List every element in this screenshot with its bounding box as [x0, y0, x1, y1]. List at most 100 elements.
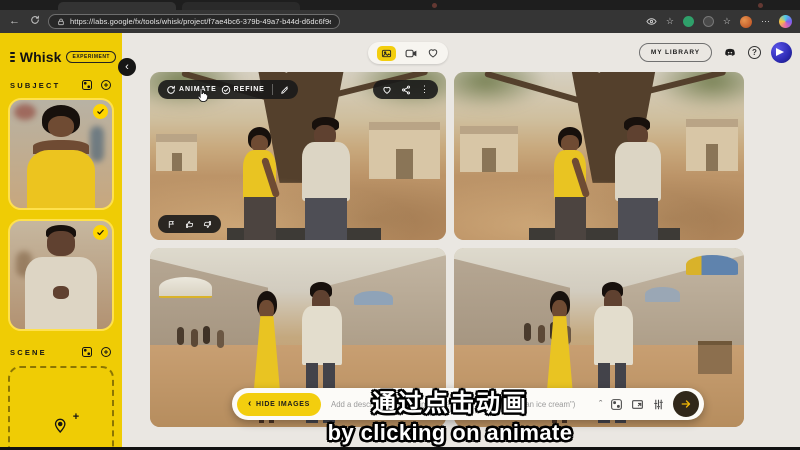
image-toolbar: ANIMATE REFINE	[158, 80, 298, 99]
man-shirt	[302, 142, 349, 201]
mouse-cursor-hand	[194, 86, 210, 109]
background-blob	[90, 126, 104, 162]
village-tree-scene	[454, 72, 744, 240]
subject-add-icon[interactable]	[100, 79, 112, 91]
woman-figure	[230, 127, 289, 240]
market-umbrella-blue	[686, 255, 738, 275]
add-scene-plus-icon: +	[73, 411, 79, 423]
menu-icon[interactable]	[10, 52, 15, 62]
sidebar-header: Whisk EXPERIMENT	[0, 33, 122, 73]
lock-icon	[57, 18, 65, 26]
man-face	[47, 231, 76, 256]
man-pants	[618, 198, 659, 240]
market-umbrella-white	[159, 277, 212, 299]
image-actions: ⋮	[373, 80, 438, 99]
browser-actions: ☆ ☆ ⋯	[646, 15, 792, 28]
browser-tab-strip	[0, 0, 800, 10]
user-avatar[interactable]	[771, 42, 792, 63]
woman-skirt	[244, 197, 276, 240]
discord-icon[interactable]	[722, 46, 738, 59]
feedback-bar	[158, 215, 221, 233]
mode-switcher	[368, 42, 448, 64]
scene-dropzone[interactable]: +	[8, 366, 114, 450]
play-logo	[776, 48, 784, 56]
subtitle-english: by clicking on animate	[100, 420, 800, 446]
copilot-icon[interactable]	[779, 15, 792, 28]
man-white-shirt	[594, 306, 633, 365]
refine-label: REFINE	[234, 86, 265, 93]
experiment-badge: EXPERIMENT	[66, 51, 116, 63]
edit-pen-icon[interactable]	[280, 85, 290, 95]
subject-thumbnail-woman[interactable]	[8, 98, 114, 210]
like-heart-icon[interactable]	[382, 85, 392, 95]
location-pin-icon: +	[52, 418, 68, 439]
man-pants	[305, 198, 346, 240]
generated-image-1[interactable]: ANIMATE REFINE ⋮	[150, 72, 446, 240]
bookmark-star-icon[interactable]: ☆	[666, 17, 674, 26]
subject-thumbnail-man[interactable]	[8, 219, 114, 331]
house	[460, 126, 518, 173]
back-icon[interactable]: ←	[8, 16, 21, 27]
url-text: https://labs.google/fx/tools/whisk/proje…	[70, 17, 331, 26]
refine-button[interactable]: REFINE	[221, 85, 265, 95]
browser-tab[interactable]	[182, 2, 300, 10]
woman-figure	[541, 127, 599, 240]
man-shirt	[615, 142, 661, 201]
man-figure	[289, 117, 363, 240]
browser-extension-icon-dark[interactable]	[703, 16, 714, 27]
man-hands	[53, 286, 69, 299]
subject-label: SUBJECT	[10, 81, 60, 90]
scene-dice-icon[interactable]	[81, 346, 93, 358]
woman-face	[48, 116, 75, 137]
scene-label: SCENE	[10, 348, 47, 357]
house	[156, 134, 197, 171]
selected-check-icon	[93, 104, 108, 119]
extensions-icon[interactable]: ☆	[723, 17, 731, 26]
scene-section-header: SCENE	[0, 340, 122, 362]
browser-tab[interactable]	[58, 2, 176, 10]
thumbs-down-icon[interactable]	[203, 220, 212, 229]
reading-mode-icon[interactable]	[646, 16, 657, 27]
selected-check-icon	[93, 225, 108, 240]
more-options-icon[interactable]: ⋮	[420, 85, 429, 94]
browser-extension-icon-green[interactable]	[683, 16, 694, 27]
house-door	[706, 144, 719, 171]
tab-favicon	[432, 3, 437, 8]
crowd-silhouettes	[524, 323, 531, 341]
browser-menu-icon[interactable]: ⋯	[761, 17, 770, 26]
man-white-shirt	[302, 306, 342, 365]
generated-image-2[interactable]	[454, 72, 744, 240]
share-icon[interactable]	[401, 85, 411, 95]
whisk-app: ← https://labs.google/fx/tools/whisk/pro…	[0, 0, 800, 450]
app-title: Whisk	[20, 49, 62, 65]
thumbs-up-icon[interactable]	[185, 220, 194, 229]
tab-favicon	[758, 3, 763, 8]
sidebar-collapse-button[interactable]: ‹	[118, 58, 136, 76]
subject-dice-icon[interactable]	[81, 79, 93, 91]
market-umbrella-gray	[645, 287, 680, 301]
subtitle-chinese: 通过点击动画	[100, 383, 800, 418]
woman-skirt	[555, 197, 586, 240]
scene-add-icon[interactable]	[100, 346, 112, 358]
my-library-button[interactable]: MY LIBRARY	[639, 43, 712, 62]
image-mode-icon[interactable]	[377, 46, 396, 61]
background-blob	[14, 104, 36, 120]
help-icon[interactable]: ?	[748, 46, 761, 59]
house-door	[172, 153, 182, 171]
browser-chrome: ← https://labs.google/fx/tools/whisk/pro…	[0, 0, 800, 33]
refresh-icon[interactable]	[28, 15, 41, 28]
flag-icon[interactable]	[167, 220, 176, 229]
man-figure	[602, 117, 675, 240]
market-stall	[698, 341, 733, 374]
favorites-heart-icon[interactable]	[427, 47, 439, 59]
subject-section-header: SUBJECT	[0, 73, 122, 95]
url-bar[interactable]: https://labs.google/fx/tools/whisk/proje…	[48, 14, 340, 29]
toolbar-divider	[272, 84, 273, 95]
house	[686, 119, 738, 171]
browser-toolbar: ← https://labs.google/fx/tools/whisk/pro…	[0, 10, 800, 33]
video-mode-icon[interactable]	[405, 47, 418, 60]
browser-profile-avatar[interactable]	[740, 16, 752, 28]
question-mark: ?	[752, 48, 757, 57]
crowd-silhouettes	[177, 327, 184, 345]
header-actions: MY LIBRARY ?	[639, 42, 792, 63]
